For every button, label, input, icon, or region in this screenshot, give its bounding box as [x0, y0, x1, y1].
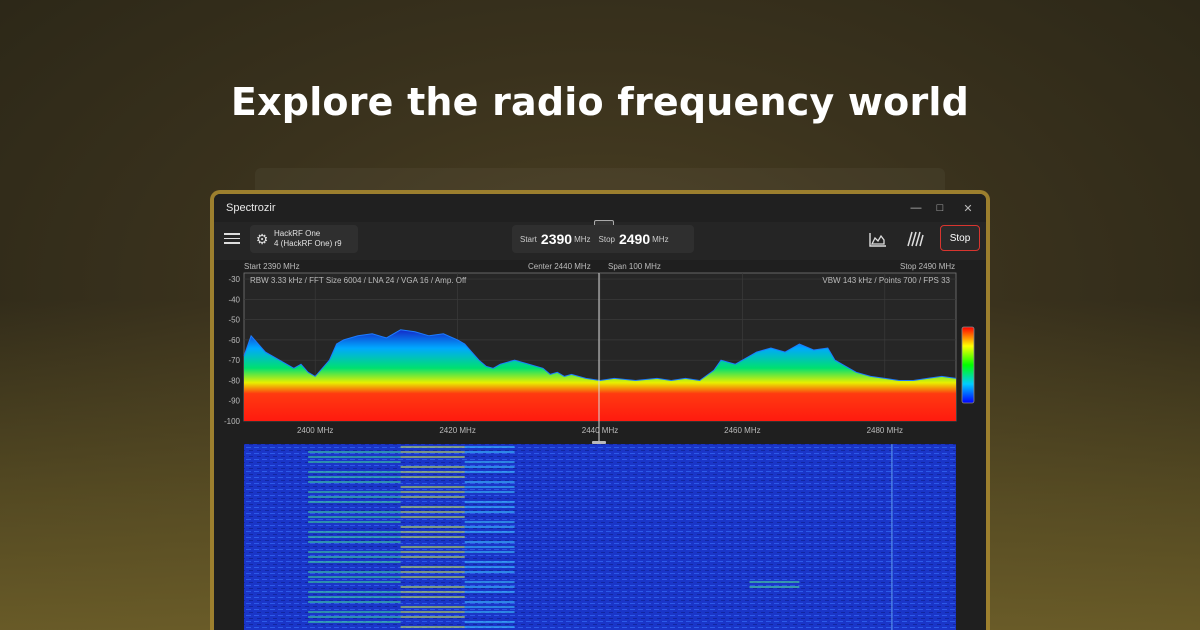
gear-icon: ⚙ [255, 230, 269, 247]
frequency-range[interactable]: Start 2390 MHz Stop 2490 MHz [512, 225, 694, 253]
close-icon[interactable]: ✕ [952, 194, 984, 222]
stop-unit: MHz [652, 234, 669, 244]
spectrum-chart[interactable]: RBW 3.33 kHz / FFT Size 6004 / LNA 24 / … [214, 260, 986, 630]
device-selector[interactable]: ⚙ HackRF One 4 (HackRF One) r9 [250, 225, 358, 253]
x-tick-label: 2460 MHz [724, 426, 760, 435]
x-tick-label: 2400 MHz [297, 426, 333, 435]
plot-area: Start 2390 MHz Center 2440 MHz Span 100 … [214, 260, 986, 630]
x-tick-label: 2420 MHz [439, 426, 475, 435]
headline: Explore the radio frequency world [230, 80, 970, 124]
title-bar[interactable]: Spectrozir — □ ✕ [214, 194, 986, 222]
y-tick-label: -100 [224, 417, 241, 426]
start-unit: MHz [574, 234, 591, 244]
y-tick-label: -30 [228, 275, 240, 284]
info-left: RBW 3.33 kHz / FFT Size 6004 / LNA 24 / … [250, 276, 467, 285]
stop-frequency[interactable]: 2490 [619, 231, 650, 247]
y-tick-label: -50 [228, 316, 240, 325]
y-tick-label: -60 [228, 336, 240, 345]
waterfall-view-icon[interactable] [904, 230, 924, 248]
start-label: Start [520, 234, 537, 244]
spectrum-view-icon[interactable] [868, 230, 888, 248]
x-tick-label: 2480 MHz [867, 426, 903, 435]
start-frequency[interactable]: 2390 [541, 231, 572, 247]
stop-label: Stop [598, 234, 615, 244]
x-tick-label: 2440 MHz [582, 426, 618, 435]
device-name: HackRF One [274, 229, 321, 238]
y-tick-label: -70 [228, 356, 240, 365]
info-right: VBW 143 kHz / Points 700 / FPS 33 [822, 276, 950, 285]
app-window: Spectrozir — □ ✕ ⚙ HackRF One 4 (HackRF … [210, 190, 990, 630]
y-tick-label: -40 [228, 295, 240, 304]
hamburger-menu-icon[interactable] [224, 230, 240, 246]
y-tick-label: -80 [228, 376, 240, 385]
y-tick-label: -90 [228, 397, 240, 406]
device-detail: 4 (HackRF One) r9 [274, 239, 342, 248]
stop-button[interactable]: Stop [940, 225, 980, 251]
waterfall-handle-icon[interactable] [592, 441, 606, 444]
colorbar[interactable] [961, 326, 975, 404]
app-title: Spectrozir [226, 202, 276, 214]
toolbar: ⚙ HackRF One 4 (HackRF One) r9 Start 239… [214, 220, 986, 260]
